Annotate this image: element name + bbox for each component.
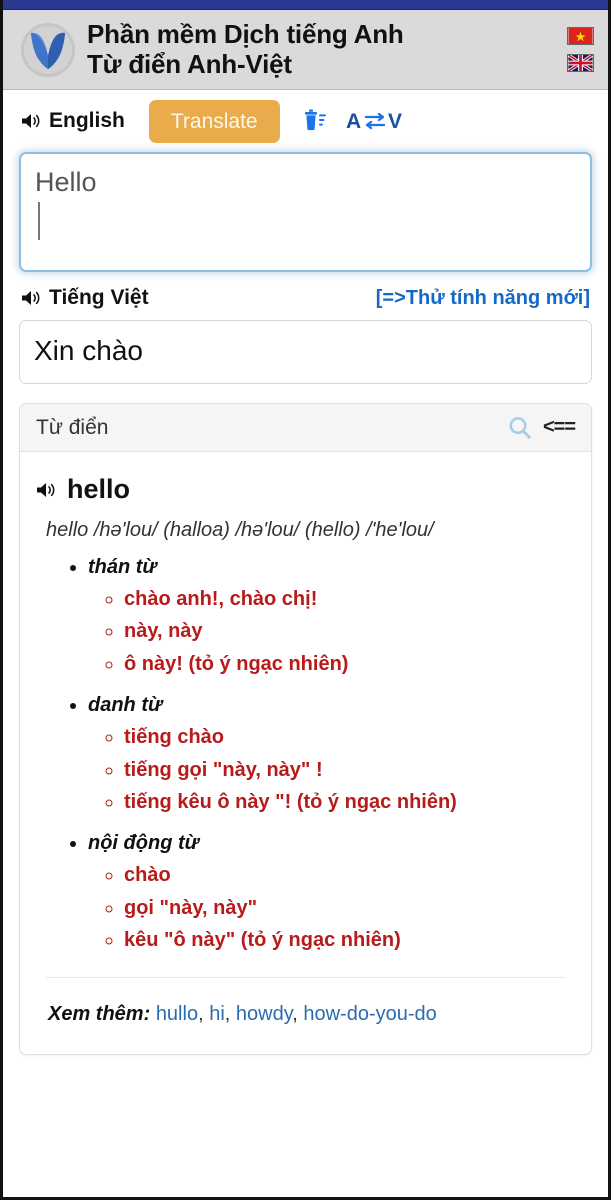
see-also-link[interactable]: how-do-you-do: [303, 1003, 436, 1025]
source-language-selector[interactable]: English: [21, 109, 125, 133]
see-also-row: Xem thêm: hullo, hi, howdy, how-do-you-d…: [48, 1002, 437, 1025]
translate-toolbar: English Translate A V: [3, 90, 608, 150]
translation-output[interactable]: Xin chào: [19, 320, 592, 384]
top-accent-bar: [3, 0, 608, 10]
dictionary-entry-header: hello: [36, 474, 575, 505]
part-of-speech-label: danh từ: [88, 694, 163, 717]
sense-list: chào anh!, chào chị! này, này ô này! (tỏ…: [88, 583, 575, 680]
source-language-label: English: [49, 109, 125, 132]
see-also-link[interactable]: hullo: [156, 1003, 198, 1025]
target-language-row: Tiếng Việt [=>Thử tính năng mới]: [3, 272, 608, 320]
toolbar-icons: A V: [302, 108, 406, 134]
language-flags: [567, 27, 600, 72]
part-of-speech-label: thán từ: [88, 556, 157, 578]
v-tulip-logo-icon: [31, 32, 65, 69]
app-header: Phần mềm Dịch tiếng Anh Từ điển Anh-Việt: [3, 10, 608, 90]
app-window: Phần mềm Dịch tiếng Anh Từ điển Anh-Việt: [0, 0, 611, 1200]
swap-to-letter: V: [388, 110, 402, 133]
app-title-line2: Từ điển Anh-Việt: [87, 48, 292, 79]
sense-item: này, này: [124, 615, 575, 647]
uk-flag-icon[interactable]: [567, 54, 594, 72]
app-title-line1: Phần mềm Dịch tiếng Anh: [87, 19, 404, 50]
sense-item: chào: [124, 859, 575, 891]
part-of-speech-item: danh từ tiếng chào tiếng gọi "này, này" …: [88, 694, 575, 818]
new-feature-link[interactable]: [=>Thử tính năng mới]: [376, 287, 590, 310]
swap-languages-icon[interactable]: A V: [346, 108, 406, 134]
dictionary-panel-title: Từ điển: [36, 415, 109, 439]
sense-item: chào anh!, chào chị!: [124, 583, 575, 615]
see-also-link[interactable]: howdy: [236, 1003, 292, 1025]
sense-item: tiếng kêu ô này "! (tỏ ý ngạc nhiên): [124, 786, 575, 818]
dictionary-entry-word: hello: [67, 474, 131, 504]
dictionary-panel-tools: <==: [507, 415, 576, 441]
dictionary-panel: Từ điển <== hello hello /hə'lou/ (halloa…: [19, 403, 592, 1055]
target-language-label: Tiếng Việt: [49, 286, 149, 309]
sense-list: tiếng chào tiếng gọi "này, này" ! tiếng …: [88, 721, 575, 818]
dictionary-panel-header: Từ điển <==: [20, 404, 591, 452]
speaker-icon[interactable]: [21, 289, 43, 307]
section-divider: [46, 976, 565, 978]
app-title: Phần mềm Dịch tiếng Anh Từ điển Anh-Việt: [85, 20, 567, 78]
speaker-icon[interactable]: [36, 481, 58, 499]
target-language-selector[interactable]: Tiếng Việt: [21, 286, 149, 310]
search-icon[interactable]: [507, 415, 533, 441]
part-of-speech-label: nội động từ: [88, 832, 199, 855]
sense-item: tiếng gọi "này, này" !: [124, 754, 575, 786]
sense-item: kêu "ô này" (tỏ ý ngạc nhiên): [124, 924, 575, 956]
swap-from-letter: A: [346, 110, 361, 133]
trash-clear-icon[interactable]: [302, 108, 328, 134]
translation-output-text: Xin chào: [34, 335, 143, 366]
sense-list: chào gọi "này, này" kêu "ô này" (tỏ ý ng…: [88, 859, 575, 956]
sense-item: ô này! (tỏ ý ngạc nhiên): [124, 648, 575, 680]
speaker-icon[interactable]: [21, 112, 43, 130]
text-cursor: [38, 201, 40, 240]
dictionary-back-button[interactable]: <==: [543, 416, 576, 439]
translate-button[interactable]: Translate: [148, 99, 280, 143]
part-of-speech-item: nội động từ chào gọi "này, này" kêu "ô n…: [88, 832, 575, 956]
dictionary-entry: hello hello /hə'lou/ (halloa) /hə'lou/ (…: [20, 452, 591, 1054]
sense-item: gọi "này, này": [124, 892, 575, 924]
app-logo: [17, 19, 79, 81]
part-of-speech-item: thán từ chào anh!, chào chị! này, này ô …: [88, 556, 575, 680]
dictionary-phonetic: hello /hə'lou/ (halloa) /hə'lou/ (hello)…: [46, 519, 434, 541]
sense-item: tiếng chào: [124, 721, 575, 753]
vietnam-flag-icon[interactable]: [567, 27, 594, 45]
see-also-link[interactable]: hi: [209, 1003, 225, 1025]
see-also-label: Xem thêm:: [48, 1002, 151, 1025]
part-of-speech-list: thán từ chào anh!, chào chị! này, này ô …: [36, 556, 575, 957]
source-text-input[interactable]: Hello: [19, 152, 592, 272]
source-text-value: Hello: [35, 167, 97, 197]
